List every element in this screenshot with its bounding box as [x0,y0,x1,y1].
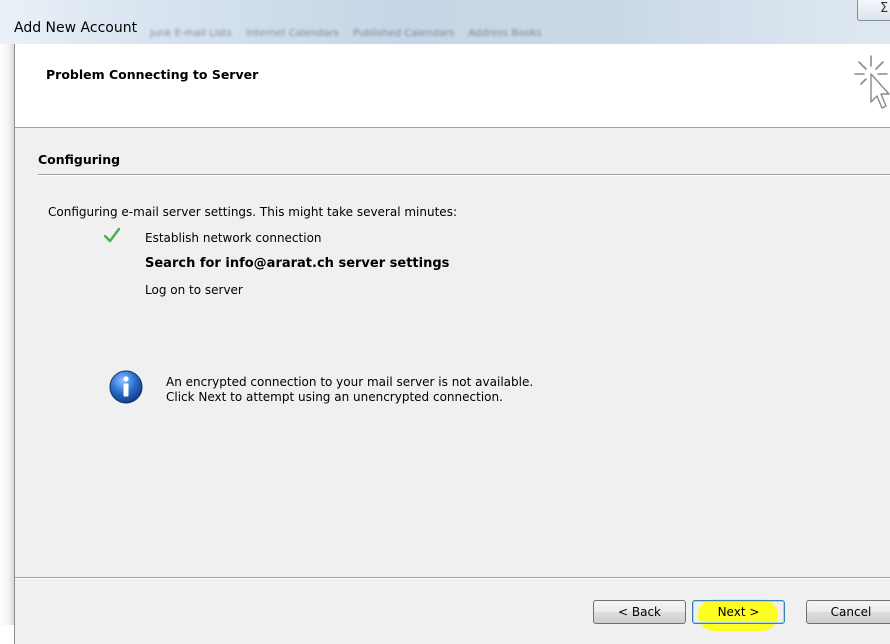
cancel-button-label: Cancel [830,605,872,619]
window-left-edge [0,44,14,625]
window-title: Add New Account [14,20,138,36]
background-tab: Junk E-mail Lists [150,28,232,39]
cursor-sparkle-icon [854,55,890,109]
checkmark-icon [103,227,121,243]
close-button[interactable]: Σ [857,0,890,21]
cancel-button[interactable]: Cancel [806,600,890,624]
info-icon [109,370,143,404]
config-intro-text: Configuring e-mail server settings. This… [48,205,457,219]
background-tab: Internet Calendars [245,28,339,39]
info-message-line1: An encrypted connection to your mail ser… [166,375,534,389]
info-message-line2: Click Next to attempt using an unencrypt… [166,390,503,404]
background-tab: Address Books [468,28,542,39]
next-button[interactable]: Next > [692,600,785,624]
title-bar: Add New Account Junk E-mail Lists Intern… [0,0,890,44]
background-tabs: Junk E-mail Lists Internet Calendars Pub… [150,28,542,39]
back-button-label: < Back [617,605,661,619]
step-search-settings: Search for info@ararat.ch server setting… [145,256,450,271]
header-title: Problem Connecting to Server [46,67,259,82]
section-divider [38,174,890,176]
footer-divider [15,577,890,579]
step-log-on: Log on to server [145,283,243,297]
dialog-header: Problem Connecting to Server [15,44,890,128]
dialog-body: Problem Connecting to Server Configuring… [14,44,890,644]
section-title: Configuring [38,152,121,167]
next-button-label: Next > [717,605,760,619]
back-button[interactable]: < Back [593,600,686,624]
close-icon: Σ [880,1,889,16]
background-tab: Published Calendars [352,28,455,39]
step-establish-connection: Establish network connection [145,231,322,245]
